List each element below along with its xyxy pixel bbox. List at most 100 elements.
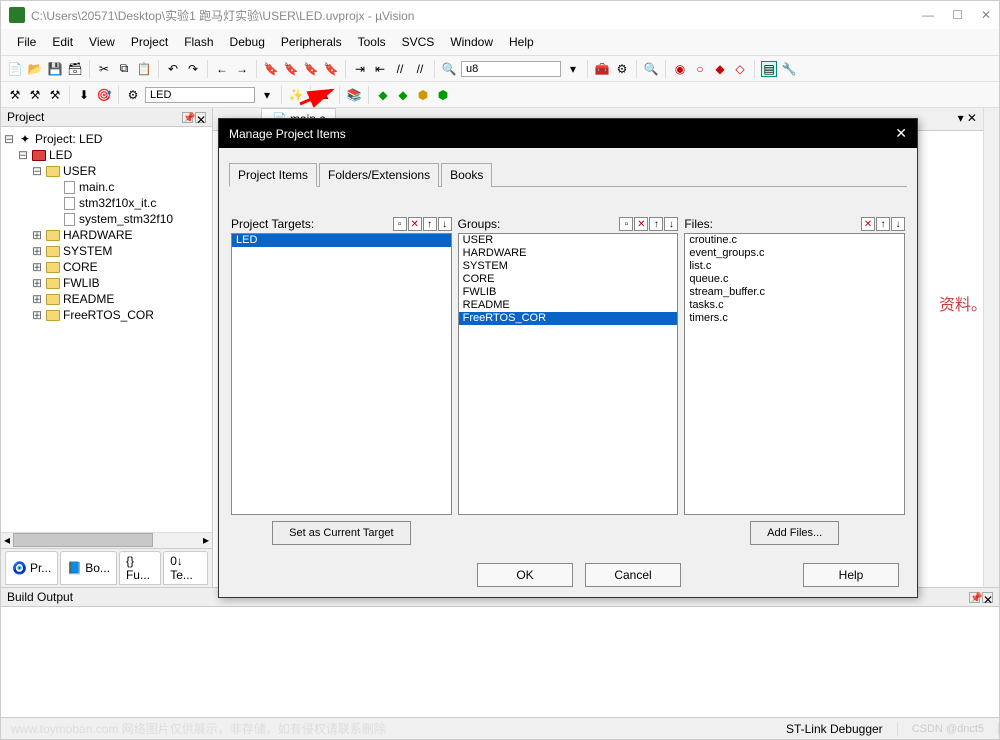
window-icon[interactable]: ▤ <box>761 61 777 77</box>
find-combo[interactable]: u8 <box>461 61 561 77</box>
build-output-text[interactable] <box>1 607 999 717</box>
tab-functions[interactable]: {} Fu... <box>119 551 161 585</box>
tab-project[interactable]: 🧿Pr... <box>5 551 58 585</box>
options-icon[interactable]: ⚙ <box>125 87 141 103</box>
new-icon[interactable]: ▫ <box>393 217 407 231</box>
rebuild-icon[interactable]: ⚒ <box>27 87 43 103</box>
debug-run-icon[interactable]: ◉ <box>672 61 688 77</box>
pin-icon[interactable]: 📌 <box>969 592 980 603</box>
buildall-icon[interactable]: ⚒ <box>47 87 63 103</box>
save-icon[interactable]: 💾 <box>47 61 63 77</box>
delete-icon[interactable]: ✕ <box>634 217 648 231</box>
list-item[interactable]: tasks.c <box>685 299 904 312</box>
manage-items-icon[interactable]: ▲ <box>317 87 333 103</box>
pin-icon[interactable]: 📌 <box>182 112 193 123</box>
bookmark-icon[interactable]: 🔖 <box>263 61 279 77</box>
target-combo[interactable]: LED <box>145 87 255 103</box>
tree-folder[interactable]: CORE <box>63 260 98 274</box>
tree-root[interactable]: Project: LED <box>35 132 102 146</box>
maximize-button[interactable]: ☐ <box>952 8 963 22</box>
undo-icon[interactable]: ↶ <box>165 61 181 77</box>
project-tree[interactable]: ⊟✦Project: LED ⊟LED ⊟USER main.c stm32f1… <box>1 127 212 532</box>
tool2-icon[interactable]: ⚙ <box>614 61 630 77</box>
groups-list[interactable]: USER HARDWARE SYSTEM CORE FWLIB README F… <box>458 233 679 515</box>
tree-target[interactable]: LED <box>49 148 72 162</box>
menu-peripherals[interactable]: Peripherals <box>275 33 348 51</box>
tree-file[interactable]: main.c <box>79 180 114 194</box>
project-targets-list[interactable]: LED <box>231 233 452 515</box>
chevron-down-icon[interactable]: ▾ <box>259 87 275 103</box>
list-item[interactable]: stream_buffer.c <box>685 286 904 299</box>
opts-icon[interactable]: ✨ <box>288 87 304 103</box>
list-item[interactable]: list.c <box>685 260 904 273</box>
tree-folder[interactable]: FWLIB <box>63 276 100 290</box>
tree-folder-user[interactable]: USER <box>63 164 96 178</box>
menu-flash[interactable]: Flash <box>178 33 219 51</box>
bookmark3-icon[interactable]: 🔖 <box>303 61 319 77</box>
redo-icon[interactable]: ↷ <box>185 61 201 77</box>
editor-dropdown[interactable]: ▾ ✕ <box>952 108 983 130</box>
tree-file[interactable]: system_stm32f10 <box>79 212 173 226</box>
bookmark4-icon[interactable]: 🔖 <box>323 61 339 77</box>
chevron-down-icon[interactable]: ▾ <box>565 61 581 77</box>
close-panel-icon[interactable]: ✕ <box>195 112 206 123</box>
movedown-icon[interactable]: ↓ <box>891 217 905 231</box>
list-item[interactable]: README <box>459 299 678 312</box>
comment-icon[interactable]: // <box>392 61 408 77</box>
nav1-icon[interactable]: ◆ <box>375 87 391 103</box>
tab-books[interactable]: Books <box>441 163 492 187</box>
list-item[interactable]: timers.c <box>685 312 904 325</box>
wrench-icon[interactable]: 🔧 <box>781 61 797 77</box>
outdent-icon[interactable]: ⇤ <box>372 61 388 77</box>
nav4-icon[interactable]: ⬢ <box>435 87 451 103</box>
add-files-button[interactable]: Add Files... <box>750 521 839 545</box>
moveup-icon[interactable]: ↑ <box>423 217 437 231</box>
list-item[interactable]: HARDWARE <box>459 247 678 260</box>
menu-tools[interactable]: Tools <box>352 33 392 51</box>
menu-debug[interactable]: Debug <box>224 33 271 51</box>
list-item[interactable]: event_groups.c <box>685 247 904 260</box>
delete-icon[interactable]: ✕ <box>408 217 422 231</box>
new-icon[interactable]: 📄 <box>7 61 23 77</box>
open-icon[interactable]: 📂 <box>27 61 43 77</box>
help-button[interactable]: Help <box>803 563 899 587</box>
menu-edit[interactable]: Edit <box>46 33 79 51</box>
tab-project-items[interactable]: Project Items <box>229 163 317 187</box>
menu-project[interactable]: Project <box>125 33 174 51</box>
tree-folder[interactable]: HARDWARE <box>63 228 133 242</box>
nav-fwd-icon[interactable]: → <box>234 61 250 77</box>
menu-help[interactable]: Help <box>503 33 540 51</box>
dialog-close-button[interactable]: ✕ <box>895 125 907 142</box>
list-item[interactable]: SYSTEM <box>459 260 678 273</box>
delete-icon[interactable]: ✕ <box>861 217 875 231</box>
zoom-icon[interactable]: 🔍 <box>643 61 659 77</box>
scrollbar-horizontal[interactable]: ◂▸ <box>1 532 212 548</box>
menu-window[interactable]: Window <box>444 33 499 51</box>
target-icon[interactable]: 🎯 <box>96 87 112 103</box>
movedown-icon[interactable]: ↓ <box>664 217 678 231</box>
right-scrollbar[interactable] <box>983 108 999 587</box>
cut-icon[interactable]: ✂ <box>96 61 112 77</box>
tab-templates[interactable]: 0↓ Te... <box>163 551 208 585</box>
saveall-icon[interactable]: 🗃 <box>67 61 83 77</box>
menu-view[interactable]: View <box>83 33 121 51</box>
bookmark2-icon[interactable]: 🔖 <box>283 61 299 77</box>
tree-folder[interactable]: SYSTEM <box>63 244 112 258</box>
cancel-button[interactable]: Cancel <box>585 563 681 587</box>
close-panel-icon[interactable]: ✕ <box>982 592 993 603</box>
tree-folder[interactable]: README <box>63 292 114 306</box>
nav3-icon[interactable]: ⬢ <box>415 87 431 103</box>
tab-folders-extensions[interactable]: Folders/Extensions <box>319 163 439 187</box>
minimize-button[interactable]: — <box>922 8 934 22</box>
files-list[interactable]: croutine.c event_groups.c list.c queue.c… <box>684 233 905 515</box>
list-item[interactable]: FreeRTOS_COR <box>459 312 678 325</box>
nav-back-icon[interactable]: ← <box>214 61 230 77</box>
debug-over-icon[interactable]: ◇ <box>732 61 748 77</box>
paste-icon[interactable]: 📋 <box>136 61 152 77</box>
copy-icon[interactable]: ⧉ <box>116 61 132 77</box>
list-item[interactable]: queue.c <box>685 273 904 286</box>
tree-folder[interactable]: FreeRTOS_COR <box>63 308 154 322</box>
find-icon[interactable]: 🔍 <box>441 61 457 77</box>
books-icon[interactable]: 📚 <box>346 87 362 103</box>
tree-file[interactable]: stm32f10x_it.c <box>79 196 156 210</box>
